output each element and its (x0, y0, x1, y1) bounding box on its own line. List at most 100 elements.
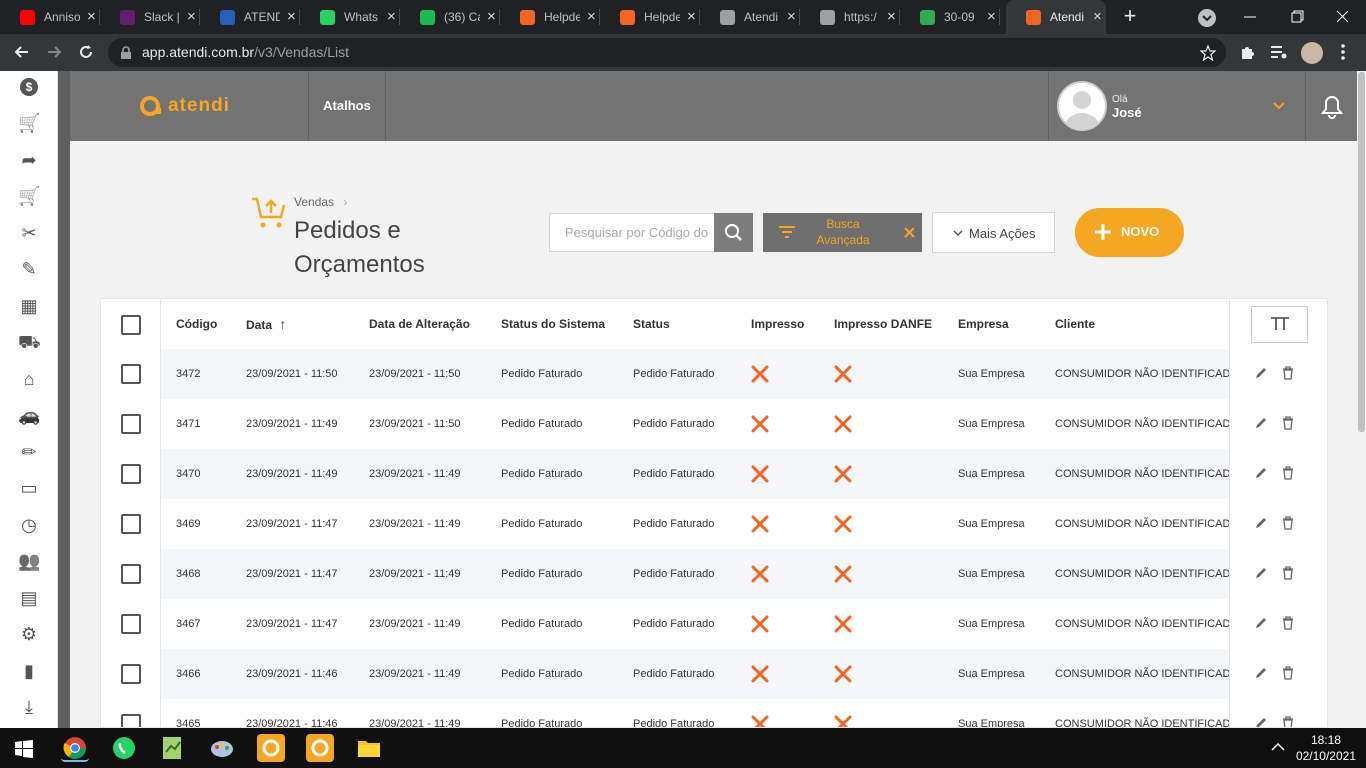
tab-close-icon[interactable]: × (387, 8, 396, 25)
edit-icon[interactable] (1254, 466, 1268, 480)
table-row[interactable]: 3466 23/09/2021 - 11:46 23/09/2021 - 11:49… (101, 649, 1327, 699)
browser-tab[interactable]: Slack | × (100, 0, 200, 34)
tab-close-icon[interactable]: × (287, 8, 296, 25)
profile-avatar[interactable] (1301, 42, 1323, 64)
browser-tab[interactable]: Helpde × (600, 0, 700, 34)
whatsapp-taskbar-icon[interactable] (110, 734, 138, 762)
col-header-data-alteracao[interactable]: Data de Alteração (369, 299, 470, 349)
minimize-button[interactable] (1240, 8, 1260, 26)
trash-icon[interactable] (1282, 466, 1294, 480)
edit-icon[interactable] (1254, 716, 1268, 727)
col-header-status-sistema[interactable]: Status do Sistema (501, 299, 605, 349)
col-header-empresa[interactable]: Empresa (958, 299, 1009, 349)
tab-search-button[interactable] (1198, 9, 1216, 27)
row-checkbox[interactable] (121, 414, 141, 434)
browser-tab[interactable]: Atendi × (700, 0, 800, 34)
user-menu[interactable]: Olá José (1048, 71, 1305, 141)
chrome-taskbar-icon[interactable] (61, 734, 89, 762)
col-header-impresso[interactable]: Impresso (751, 299, 804, 349)
scrollbar-thumb[interactable] (1358, 72, 1365, 432)
chevron-up-icon[interactable] (1270, 742, 1286, 752)
col-header-cliente[interactable]: Cliente (1055, 299, 1095, 349)
atendi-taskbar-icon[interactable] (257, 734, 285, 762)
browser-tab[interactable]: ATEND × (200, 0, 300, 34)
table-row[interactable]: 3465 23/09/2021 - 11:46 23/09/2021 - 11:49… (101, 699, 1327, 727)
extensions-icon[interactable] (1239, 44, 1255, 60)
tab-close-icon[interactable]: × (487, 8, 496, 25)
download-icon[interactable]: ⤓ (18, 696, 40, 718)
table-row[interactable]: 3472 23/09/2021 - 11:50 23/09/2021 - 11:50… (101, 349, 1327, 399)
tab-close-icon[interactable]: × (587, 8, 596, 25)
tab-close-icon[interactable]: × (987, 8, 996, 25)
restore-button[interactable] (1287, 8, 1307, 26)
warehouse-icon[interactable]: ⌂ (18, 368, 40, 390)
edit-icon[interactable] (1254, 516, 1268, 530)
new-order-button[interactable]: NOVO (1075, 208, 1184, 257)
paint-taskbar-icon[interactable] (208, 734, 236, 762)
browser-tab[interactable]: 30-09 × (900, 0, 1000, 34)
media-queue-icon[interactable] (1270, 44, 1288, 60)
table-row[interactable]: 3467 23/09/2021 - 11:47 23/09/2021 - 11:49… (101, 599, 1327, 649)
shortcuts-button[interactable]: Atalhos (308, 71, 386, 141)
pen-icon[interactable]: ✏ (18, 441, 40, 463)
edit-icon[interactable] (1254, 416, 1268, 430)
new-tab-button[interactable]: + (1120, 5, 1140, 27)
tab-close-icon[interactable]: × (787, 8, 796, 25)
table-row[interactable]: 3468 23/09/2021 - 11:47 23/09/2021 - 11:49… (101, 549, 1327, 599)
share-icon[interactable]: ➦ (18, 149, 40, 171)
table-row[interactable]: 3469 23/09/2021 - 11:47 23/09/2021 - 11:49… (101, 499, 1327, 549)
trash-icon[interactable] (1282, 716, 1294, 727)
col-header-status[interactable]: Status (633, 299, 670, 349)
reload-button[interactable] (76, 42, 96, 62)
car-icon[interactable]: 🚗 (18, 404, 40, 426)
row-checkbox[interactable] (121, 664, 141, 684)
select-all-checkbox[interactable] (121, 315, 141, 335)
browser-tab[interactable]: Anniso × (0, 0, 100, 34)
row-checkbox[interactable] (121, 614, 141, 634)
browser-tab[interactable]: Helpde × (500, 0, 600, 34)
trash-icon[interactable] (1282, 416, 1294, 430)
col-header-impresso-danfe[interactable]: Impresso DANFE (834, 299, 932, 349)
tools-icon[interactable]: ✂ (18, 222, 40, 244)
notifications-button[interactable] (1305, 71, 1357, 141)
trash-icon[interactable] (1282, 366, 1294, 380)
history-icon[interactable]: ◷ (18, 514, 40, 536)
search-button[interactable] (714, 213, 753, 252)
notepad-taskbar-icon[interactable] (159, 734, 187, 762)
tab-close-icon[interactable]: × (1093, 8, 1102, 25)
edit-icon[interactable] (1254, 666, 1268, 680)
edit-icon[interactable] (1254, 616, 1268, 630)
table-row[interactable]: 3471 23/09/2021 - 11:49 23/09/2021 - 11:50… (101, 399, 1327, 449)
star-icon[interactable] (1200, 45, 1216, 61)
back-button[interactable] (12, 42, 32, 62)
row-checkbox[interactable] (121, 464, 141, 484)
row-checkbox[interactable] (121, 364, 141, 384)
row-checkbox[interactable] (121, 714, 141, 727)
edit-icon[interactable] (1254, 566, 1268, 580)
close-icon[interactable] (903, 226, 916, 239)
dollar-icon[interactable]: $ (18, 76, 40, 98)
breadcrumb[interactable]: Vendas › (294, 195, 347, 209)
browser-tab[interactable]: Whats × (300, 0, 400, 34)
row-checkbox[interactable] (121, 564, 141, 584)
row-checkbox[interactable] (121, 514, 141, 534)
table-row[interactable]: 3470 23/09/2021 - 11:49 23/09/2021 - 11:49… (101, 449, 1327, 499)
system-clock[interactable]: 18:18 02/10/2021 (1296, 732, 1356, 764)
col-header-data[interactable]: Data ↑ (246, 299, 286, 349)
windows-start-icon[interactable] (15, 740, 33, 758)
browser-tab[interactable]: Atendi × (1006, 0, 1106, 34)
trash-icon[interactable] (1282, 666, 1294, 680)
cart-icon[interactable]: 🛒 (18, 185, 40, 207)
browser-tab[interactable]: (36) Ca × (400, 0, 500, 34)
users-icon[interactable]: 👥 (18, 550, 40, 572)
address-bar[interactable]: app.atendi.com.br/v3/Vendas/List (108, 38, 1226, 67)
col-header-codigo[interactable]: Código (176, 299, 217, 349)
edit-icon[interactable]: ✎ (18, 258, 40, 280)
breadcrumb-vendas[interactable]: Vendas (294, 195, 334, 209)
more-actions-dropdown[interactable]: Mais Ações (932, 212, 1055, 253)
trash-icon[interactable] (1282, 516, 1294, 530)
trash-icon[interactable] (1282, 616, 1294, 630)
kebab-menu-icon[interactable] (1340, 43, 1346, 61)
cart-icon[interactable]: 🛒 (18, 112, 40, 134)
browser-tab[interactable]: https:/ × (800, 0, 900, 34)
